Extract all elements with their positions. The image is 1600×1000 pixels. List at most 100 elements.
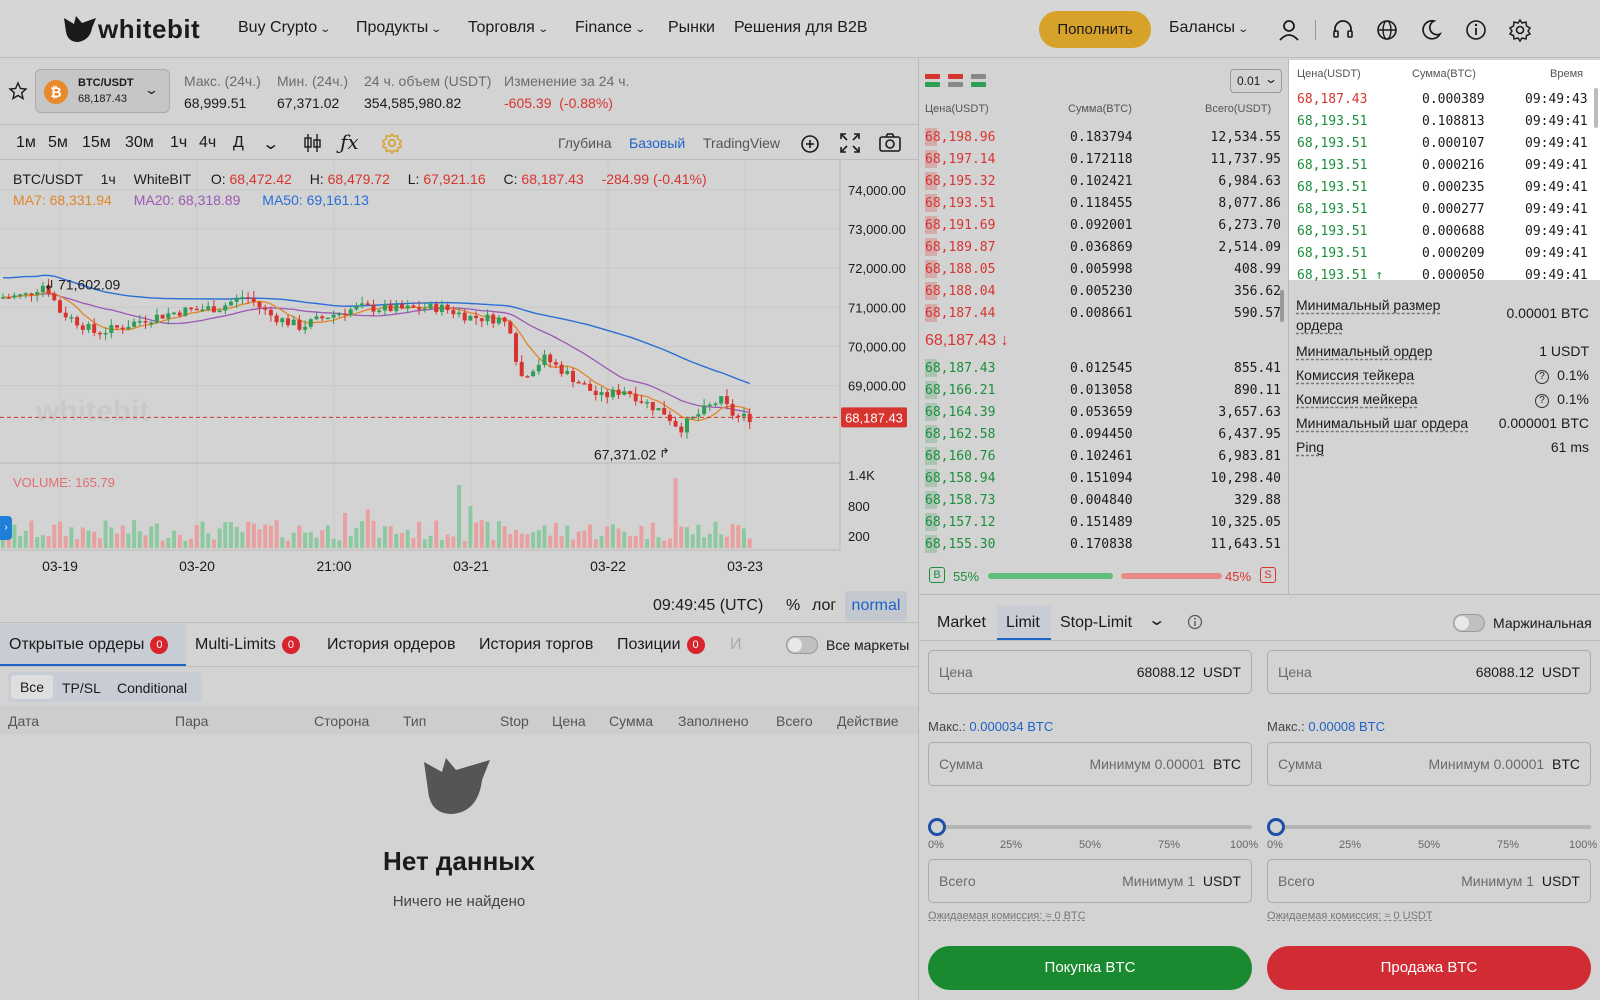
max-value[interactable]: 0.00008 BTC	[1308, 719, 1385, 734]
max-value[interactable]: 0.000034 BTC	[969, 719, 1053, 734]
filter-tpsl[interactable]: TP/SL	[62, 680, 101, 696]
interval-1h[interactable]: 1ч	[170, 134, 187, 152]
nav-trading[interactable]: Торговля ⌄	[468, 19, 549, 37]
pair-selector[interactable]: ₿ BTC/USDT 68,187.43 ⌄	[35, 69, 170, 113]
tab-open-orders[interactable]: Открытые ордеры 0	[9, 636, 169, 654]
bid-row[interactable]: 68,157.12 0.151489 10,325.05	[925, 511, 1281, 533]
info-label[interactable]: Комиссия тейкера	[1296, 367, 1414, 383]
ask-row[interactable]: 68,189.87 0.036869 2,514.09	[925, 236, 1281, 258]
bid-row[interactable]: 68,187.43 0.012545 855.41	[925, 357, 1281, 379]
whitebit-logo[interactable]: whitebit	[62, 14, 212, 46]
question-icon[interactable]: ?	[1535, 394, 1550, 408]
sell-price-field[interactable]: Цена 68088.12 USDT	[1267, 650, 1591, 694]
nav-products[interactable]: Продукты ⌄	[356, 19, 442, 37]
interval-15m[interactable]: 15м	[82, 134, 111, 152]
info-icon[interactable]	[1187, 614, 1203, 630]
chevron-down-icon[interactable]: ⌄	[1147, 610, 1166, 630]
fullscreen-icon[interactable]	[838, 131, 862, 155]
nav-buy-crypto[interactable]: Buy Crypto ⌄	[238, 19, 331, 37]
bid-row[interactable]: 68,155.30 0.170838 11,643.51	[925, 533, 1281, 555]
interval-4h[interactable]: 4ч	[199, 134, 216, 152]
log-toggle[interactable]: лог	[812, 597, 836, 615]
book-mode-both-icon[interactable]	[925, 74, 940, 79]
book-mode-bids-icon[interactable]	[971, 74, 986, 79]
ask-row[interactable]: 68,188.04 0.005230 356.62	[925, 280, 1281, 302]
globe-icon[interactable]	[1374, 17, 1400, 43]
chart-area[interactable]: 74,000.00 73,000.00 72,000.00 71,000.00 70,0…	[0, 160, 918, 593]
view-depth[interactable]: Глубина	[558, 135, 611, 151]
candles-icon[interactable]	[302, 132, 324, 154]
interval-1m[interactable]: 1м	[16, 134, 36, 152]
ask-row[interactable]: 68,193.51 0.118455 8,077.86	[925, 192, 1281, 214]
sell-amount-field[interactable]: Сумма Минимум 0.00001 BTC	[1267, 742, 1591, 786]
balances-dropdown[interactable]: Балансы ⌄	[1169, 19, 1249, 37]
tab-stop-limit[interactable]: Stop-Limit	[1060, 614, 1132, 632]
sell-total-field[interactable]: Всего Минимум 1 USDT	[1267, 859, 1591, 903]
ask-row[interactable]: 68,195.32 0.102421 6,984.63	[925, 170, 1281, 192]
tab-limit[interactable]: Limit	[1006, 614, 1040, 632]
info-label[interactable]: Комиссия мейкера	[1296, 391, 1418, 407]
buy-price-field[interactable]: Цена 68088.12 USDT	[928, 650, 1252, 694]
sell-button[interactable]: Продажа BTC	[1267, 946, 1591, 990]
percent-toggle[interactable]: %	[786, 597, 800, 615]
nav-b2b[interactable]: Решения для B2B	[734, 19, 868, 37]
moon-icon[interactable]	[1418, 17, 1444, 43]
camera-icon[interactable]	[878, 131, 902, 155]
bid-row[interactable]: 68,158.94 0.151094 10,298.40	[925, 467, 1281, 489]
gear-icon[interactable]	[1507, 17, 1533, 43]
bid-row[interactable]: 68,162.58 0.094450 6,437.95	[925, 423, 1281, 445]
buy-slider[interactable]: 0% 25% 50% 75% 100%	[928, 817, 1258, 851]
interval-5m[interactable]: 5м	[48, 134, 68, 152]
info-label[interactable]: Минимальный ордер	[1296, 343, 1432, 359]
expand-handle[interactable]: ›	[0, 516, 12, 540]
bid-row[interactable]: 68,160.76 0.102461 6,983.81	[925, 445, 1281, 467]
buy-total-field[interactable]: Всего Минимум 1 USDT	[928, 859, 1252, 903]
interval-30m[interactable]: 30м	[125, 134, 154, 152]
nav-markets[interactable]: Рынки	[668, 19, 715, 37]
margin-toggle[interactable]	[1453, 614, 1485, 632]
ask-row[interactable]: 68,188.05 0.005998 408.99	[925, 258, 1281, 280]
chevron-down-icon[interactable]: ⌄	[261, 134, 280, 154]
star-icon[interactable]	[8, 81, 28, 101]
precision-select[interactable]: 0.01 ⌄	[1230, 69, 1282, 93]
indicators-icon[interactable]: ƒx	[340, 130, 359, 154]
slider-knob[interactable]	[1267, 818, 1285, 836]
ask-row[interactable]: 68,187.44 0.008661 590.57	[925, 302, 1281, 324]
user-icon[interactable]	[1276, 17, 1302, 43]
ask-row[interactable]: 68,191.69 0.092001 6,273.70	[925, 214, 1281, 236]
ask-row[interactable]: 68,197.14 0.172118 11,737.95	[925, 148, 1281, 170]
nav-finance[interactable]: Finance ⌄	[575, 19, 646, 37]
tab-market[interactable]: Market	[937, 614, 986, 632]
slider-knob[interactable]	[928, 818, 946, 836]
tab-multi-limits[interactable]: Multi-Limits 0	[195, 636, 300, 654]
normal-toggle[interactable]: normal	[845, 591, 907, 621]
info-label[interactable]: Ping	[1296, 439, 1324, 455]
filter-all[interactable]: Все	[11, 675, 53, 699]
info-icon[interactable]	[1463, 17, 1489, 43]
book-scrollbar[interactable]	[1280, 290, 1284, 322]
bid-row[interactable]: 68,164.39 0.053659 3,657.63	[925, 401, 1281, 423]
tab-trade-history[interactable]: История торгов	[479, 636, 593, 654]
all-markets-toggle[interactable]	[786, 636, 818, 654]
tab-more[interactable]: И	[730, 636, 742, 654]
buy-button[interactable]: Покупка BTC	[928, 946, 1252, 990]
tab-positions[interactable]: Позиции 0	[617, 636, 705, 654]
info-label[interactable]: Минимальный шаг ордера	[1296, 415, 1468, 431]
bid-row[interactable]: 68,158.73 0.004840 329.88	[925, 489, 1281, 511]
deposit-button[interactable]: Пополнить	[1039, 11, 1151, 48]
book-mode-asks-icon[interactable]	[948, 74, 963, 79]
sell-slider[interactable]: 0% 25% 50% 75% 100%	[1267, 817, 1597, 851]
headset-icon[interactable]	[1330, 17, 1356, 43]
chart-settings-icon[interactable]	[380, 131, 404, 155]
view-tradingview[interactable]: TradingView	[703, 135, 780, 151]
add-alert-icon[interactable]	[798, 131, 822, 155]
info-label[interactable]: Минимальный размер ордера	[1296, 295, 1446, 335]
trades-scrollbar[interactable]	[1594, 88, 1598, 128]
bid-row[interactable]: 68,166.21 0.013058 890.11	[925, 379, 1281, 401]
buy-amount-field[interactable]: Сумма Минимум 0.00001 BTC	[928, 742, 1252, 786]
interval-1d[interactable]: Д	[233, 134, 244, 152]
view-basic[interactable]: Базовый	[629, 135, 685, 151]
question-icon[interactable]: ?	[1535, 370, 1550, 384]
filter-conditional[interactable]: Conditional	[117, 680, 187, 696]
tab-order-history[interactable]: История ордеров	[327, 636, 455, 654]
